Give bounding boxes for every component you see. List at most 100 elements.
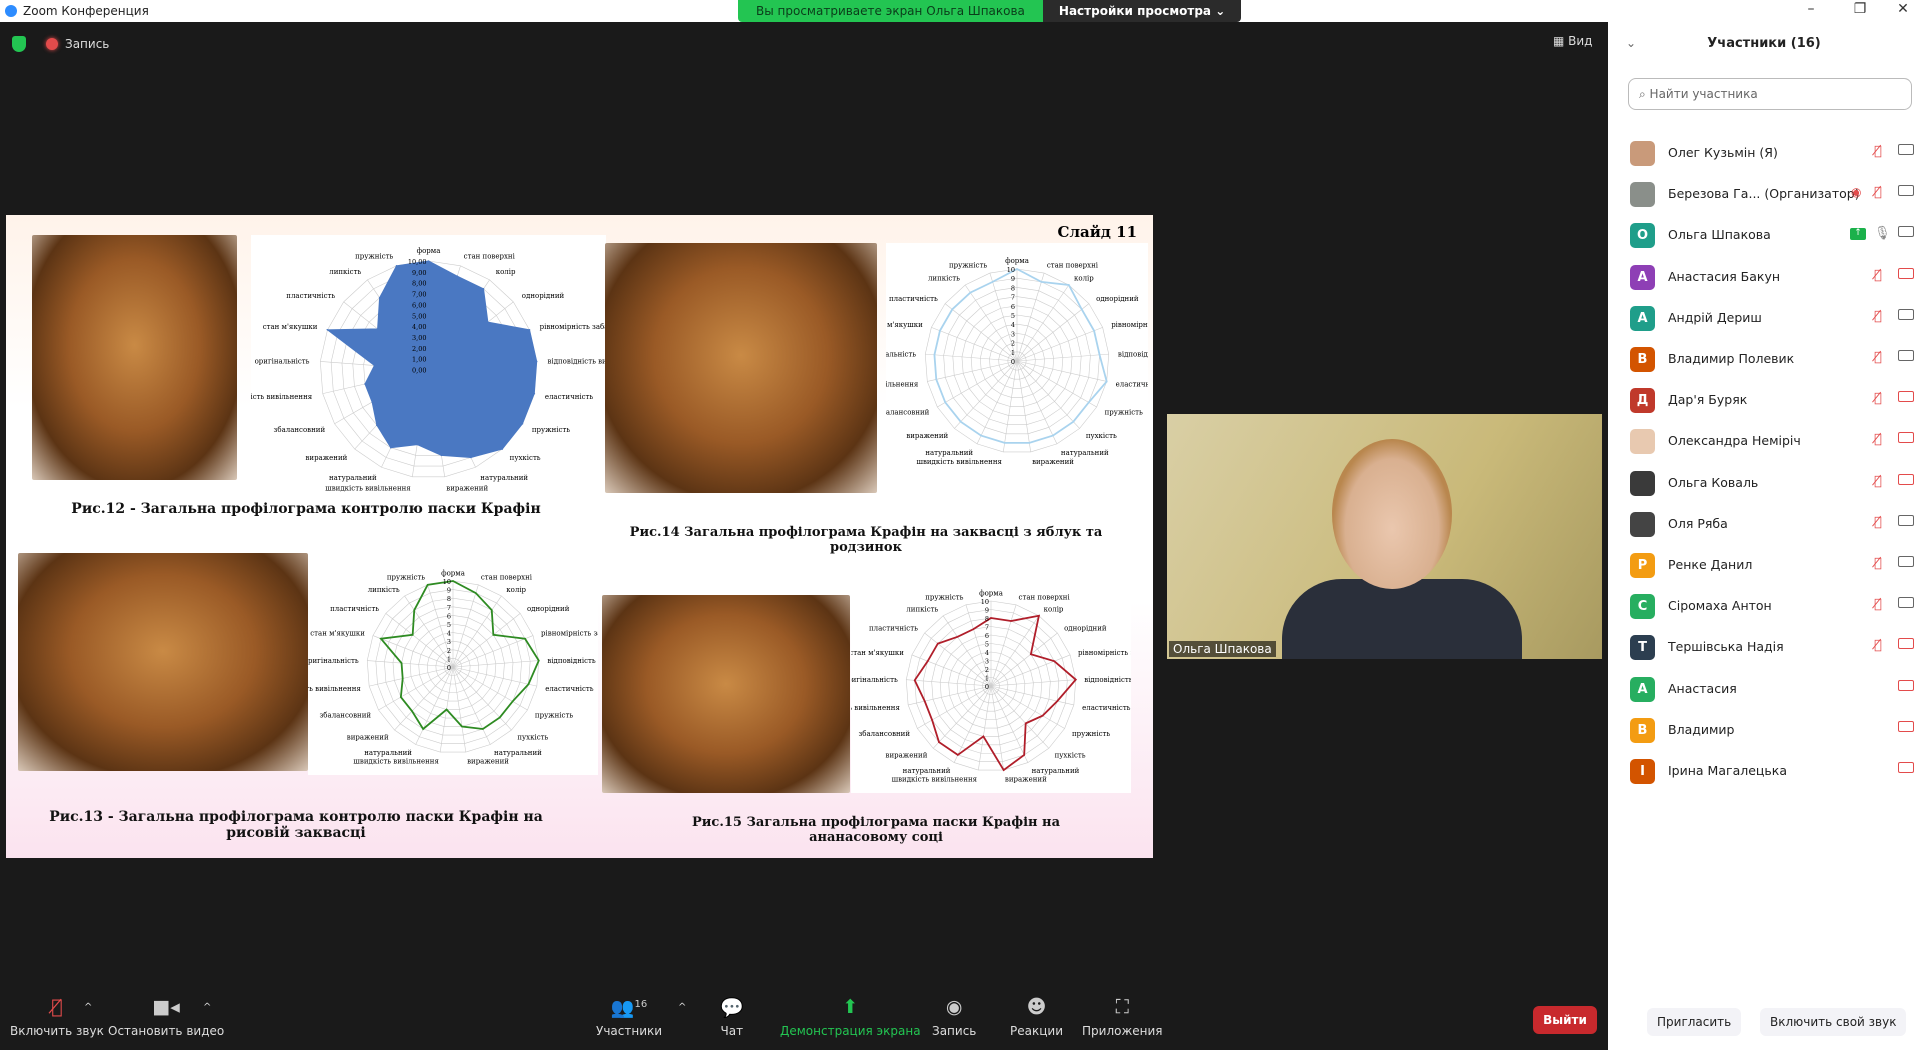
leave-button[interactable]: Выйти xyxy=(1533,1006,1597,1034)
camera-icon[interactable] xyxy=(1898,514,1914,526)
participant-row[interactable]: Т Тершівська Надія 🎙̸ xyxy=(1608,627,1920,667)
radar-tick-label: 9 xyxy=(447,587,451,595)
radar-axis-label: відповідність вигляд сировини xyxy=(1118,350,1148,358)
mic-muted-icon[interactable]: 🎙̸ xyxy=(1874,268,1882,283)
radar-tick-label: 0,00 xyxy=(412,367,426,375)
participant-row[interactable]: В Владимир Полевик 🎙̸ xyxy=(1608,339,1920,379)
radar-tick-label: 6 xyxy=(1011,303,1015,311)
camera-off-icon[interactable] xyxy=(1898,720,1914,732)
radar-tick-label: 9 xyxy=(1011,275,1015,283)
radar-tick-label: 3 xyxy=(1011,330,1015,338)
radar-axis-label: стан м'якушки xyxy=(851,649,904,657)
participant-row[interactable]: Д Дар'я Буряк 🎙̸ xyxy=(1608,380,1920,420)
radar-axis-label: пружність xyxy=(1105,409,1143,417)
restore-button[interactable]: ❐ xyxy=(1845,1,1875,17)
radar-spoke xyxy=(908,685,992,706)
radar-point xyxy=(951,308,954,311)
apps-button[interactable]: ⛶ Приложения xyxy=(1082,996,1163,1038)
mic-muted-icon[interactable]: 🎙̸ xyxy=(1874,144,1882,159)
participant-row[interactable]: Олег Кузьмін (Я) 🎙̸ xyxy=(1608,133,1920,173)
unmute-me-button[interactable]: Включить свой звук xyxy=(1760,1008,1907,1036)
radar-point xyxy=(527,683,530,686)
camera-icon[interactable] xyxy=(1898,308,1914,320)
camera-off-icon[interactable] xyxy=(1898,473,1914,485)
radar-tick-label: 0 xyxy=(985,683,989,691)
radar-chart-4: форма стан поверхні колір однорідний рівномі… xyxy=(814,575,1153,793)
participant-row[interactable]: Оля Ряба 🎙̸ xyxy=(1608,504,1920,544)
camera-icon[interactable] xyxy=(1898,185,1914,197)
camera-icon[interactable] xyxy=(1898,556,1914,567)
radar-tick-label: 0 xyxy=(447,664,451,672)
radar-point xyxy=(1068,284,1070,286)
camera-icon[interactable] xyxy=(1898,144,1914,155)
mic-muted-icon[interactable]: 🎙̸ xyxy=(1874,515,1882,530)
radar-axis-label: стан м'якушки xyxy=(886,321,923,329)
minimize-button[interactable]: – xyxy=(1796,1,1826,17)
mic-muted-icon[interactable]: 🎙̸ xyxy=(1874,556,1882,571)
radar-axis-label: липкість xyxy=(329,268,361,276)
radar-point xyxy=(378,296,381,299)
mic-muted-icon[interactable]: 🎙̸ xyxy=(1874,391,1882,406)
participant-row[interactable]: Олександра Неміріч 🎙̸ xyxy=(1608,421,1920,461)
participant-row[interactable]: А Анастасия xyxy=(1608,669,1920,709)
radar-point xyxy=(1023,754,1025,756)
participant-row[interactable]: С Сіромаха Антон 🎙̸ xyxy=(1608,586,1920,626)
participant-row[interactable]: О Ольга Шпакова ↑ 🎙 xyxy=(1608,215,1920,255)
audio-options-caret[interactable]: ^ xyxy=(84,1002,92,1013)
mic-muted-icon[interactable]: 🎙̸ xyxy=(1874,185,1882,200)
radar-axis-label: еластичність xyxy=(1082,704,1131,712)
mic-muted-icon[interactable]: 🎙̸ xyxy=(1874,432,1882,447)
radar-axis-label: швидкість вивільнення xyxy=(851,704,900,712)
camera-off-icon[interactable] xyxy=(1898,391,1914,403)
radar-axis-label: стан поверхні xyxy=(1019,594,1071,602)
radar-tick-label: 4 xyxy=(1011,321,1015,329)
radar-axis-label: натуральний xyxy=(480,474,528,482)
avatar: А xyxy=(1630,264,1655,290)
mic-muted-icon[interactable]: 🎙̸ xyxy=(1874,638,1882,653)
video-options-caret[interactable]: ^ xyxy=(203,1002,211,1013)
participant-row[interactable]: І Ірина Магалецька xyxy=(1608,751,1920,791)
video-tile[interactable]: Ольга Шпакова xyxy=(1167,414,1602,659)
camera-off-icon[interactable] xyxy=(1898,762,1914,773)
security-shield-icon[interactable] xyxy=(12,36,26,52)
camera-icon[interactable] xyxy=(1898,350,1914,361)
invite-button[interactable]: Пригласить xyxy=(1647,1008,1742,1036)
close-button[interactable]: ✕ xyxy=(1888,1,1918,17)
participant-search-input[interactable]: ⌕ Найти участника xyxy=(1628,78,1912,110)
view-options-button[interactable]: Настройки просмотра ⌄ xyxy=(1042,0,1242,22)
mic-muted-icon[interactable]: 🎙̸ xyxy=(1874,350,1882,365)
record-button[interactable]: ◉ Запись xyxy=(932,996,976,1038)
camera-icon[interactable] xyxy=(1898,597,1914,609)
radar-axis-label: натуральний xyxy=(903,767,951,775)
mic-icon[interactable]: 🎙 xyxy=(1874,226,1891,241)
radar-tick-label: 5 xyxy=(985,641,989,649)
camera-off-icon[interactable] xyxy=(1898,432,1914,444)
radar-axis-label: пружність xyxy=(387,574,425,582)
participant-row[interactable]: Р Ренке Данил 🎙̸ xyxy=(1608,545,1920,585)
reactions-button[interactable]: ☻ Реакции xyxy=(1010,996,1063,1038)
share-screen-button[interactable]: ⬆ Демонстрация экрана xyxy=(780,996,921,1038)
radar-axis-label: оригінальність xyxy=(886,350,916,358)
participant-row[interactable]: А Андрій Дериш 🎙̸ xyxy=(1608,298,1920,338)
chat-button[interactable]: 💬 Чат xyxy=(720,996,744,1038)
radar-series xyxy=(913,614,1078,772)
radar-svg: форма стан поверхні колір однорідний рівномі… xyxy=(227,247,662,492)
mic-muted-icon[interactable]: 🎙̸ xyxy=(1874,597,1882,612)
camera-off-icon[interactable] xyxy=(1898,267,1914,279)
participants-button[interactable]: 👥16 Участники xyxy=(596,996,662,1038)
participants-title: Участники (16) xyxy=(1707,36,1821,51)
participant-row[interactable]: А Анастасия Бакун 🎙̸ xyxy=(1608,257,1920,297)
participant-row[interactable]: Ольга Коваль 🎙̸ xyxy=(1608,463,1920,503)
radar-spoke xyxy=(924,632,992,687)
participant-row[interactable]: В Владимир xyxy=(1608,710,1920,750)
camera-off-icon[interactable] xyxy=(1898,638,1914,650)
camera-off-icon[interactable] xyxy=(1898,679,1914,691)
camera-icon[interactable] xyxy=(1898,226,1914,238)
view-button[interactable]: ▦ Вид xyxy=(1553,34,1592,48)
mic-muted-icon[interactable]: 🎙̸ xyxy=(1874,474,1882,489)
mic-muted-icon[interactable]: 🎙̸ xyxy=(1874,309,1882,324)
radar-axis-label: пружність xyxy=(925,594,963,602)
participant-row[interactable]: Березова Га... (Организатор) ◉ 🎙̸ xyxy=(1608,174,1920,214)
radar-axis-label: відповідність вигляд сировини xyxy=(1084,676,1131,684)
participants-options-caret[interactable]: ^ xyxy=(678,1002,686,1013)
